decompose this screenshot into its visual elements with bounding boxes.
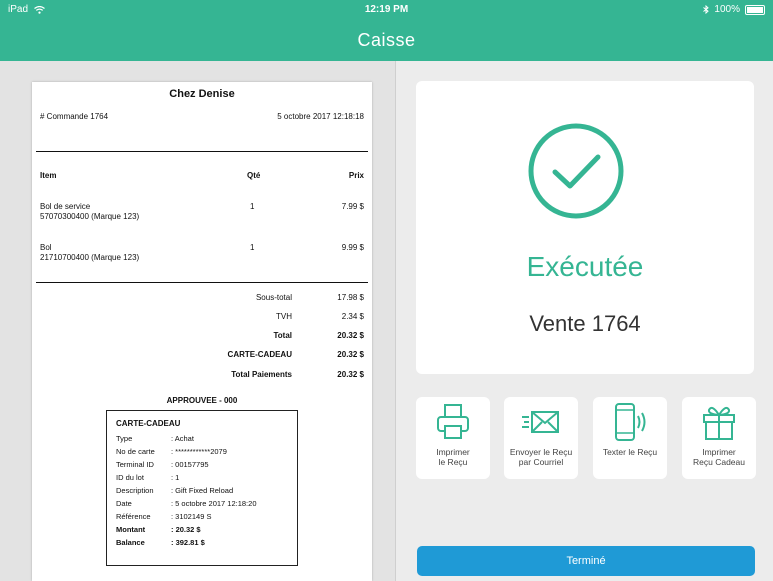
item-qty: 1 <box>250 202 255 211</box>
total-value: 20.32 $ <box>337 331 364 340</box>
gift-icon <box>703 406 735 440</box>
column-qty: Qté <box>247 171 261 180</box>
tax-value: 2.34 $ <box>341 312 364 321</box>
done-button[interactable]: Terminé <box>417 546 755 576</box>
receipt-pane[interactable]: Chez Denise # Commande 1764 5 octobre 20… <box>0 61 396 581</box>
item-sku: 57070300400 (Marque 123) <box>40 212 140 221</box>
receipt-date: 5 octobre 2017 12:18:18 <box>277 112 364 121</box>
action-label: Envoyer le Reçu par Courriel <box>509 447 573 467</box>
tax-label: TVH <box>276 312 292 321</box>
slip-row: Date : 5 octobre 2017 12:18:20 <box>116 499 257 508</box>
action-label: Texter le Reçu <box>602 447 658 457</box>
slip-row: Terminal ID : 00157795 <box>116 460 209 469</box>
slip-row: Type : Achat <box>116 434 194 443</box>
phone-icon <box>615 403 646 441</box>
slip-key: ID du lot <box>116 473 144 482</box>
store-name: Chez Denise <box>169 88 235 100</box>
battery-icon <box>745 4 765 15</box>
slip-row: Description : Gift Fixed Reload <box>116 486 233 495</box>
battery-percent: 100% <box>714 4 740 15</box>
slip-title: CARTE-CADEAU <box>116 419 181 428</box>
slip-row: Balance : 392.81 $ <box>116 538 205 547</box>
item-price: 9.99 $ <box>341 243 364 252</box>
payments-total-value: 20.32 $ <box>337 370 364 379</box>
gift-receipt-button[interactable]: Imprimer Reçu Cadeau <box>682 397 756 479</box>
result-card: Exécutée Vente 1764 <box>416 81 754 374</box>
slip-key: Balance <box>116 538 145 547</box>
slip-key: Terminal ID <box>116 460 154 469</box>
transaction-status: Exécutée <box>526 251 644 282</box>
envelope-icon <box>522 411 559 433</box>
divider <box>36 151 368 152</box>
slip-key: Montant <box>116 525 146 534</box>
slip-key: No de carte <box>116 447 155 456</box>
giftcard-value: 20.32 $ <box>337 350 364 359</box>
slip-row: ID du lot : 1 <box>116 473 179 482</box>
slip-value: : 1 <box>171 473 180 482</box>
action-label: Imprimer Reçu Cadeau <box>693 447 745 467</box>
slip-key: Description <box>116 486 154 495</box>
slip-value: : 5 octobre 2017 12:18:20 <box>171 499 257 508</box>
item-qty: 1 <box>250 243 255 252</box>
status-right: 100% <box>703 4 765 15</box>
print-receipt-button[interactable]: Imprimer le Reçu <box>416 397 490 479</box>
slip-key: Type <box>116 434 133 443</box>
sale-number: Vente 1764 <box>529 311 641 336</box>
item-name: Bol de service <box>40 202 91 211</box>
subtotal-value: 17.98 $ <box>337 293 364 302</box>
column-item: Item <box>40 171 57 180</box>
giftcard-label: CARTE-CADEAU <box>227 350 292 359</box>
slip-value: : Achat <box>171 434 194 443</box>
item-sku: 21710700400 (Marque 123) <box>40 253 140 262</box>
slip-key: Date <box>116 499 132 508</box>
gift-card-slip: CARTE-CADEAU Type : Achat No de carte : **… <box>106 410 298 566</box>
column-price: Prix <box>348 171 364 180</box>
email-receipt-button[interactable]: Envoyer le Reçu par Courriel <box>504 397 578 479</box>
result-pane: Exécutée Vente 1764 Imprimer le Reçu Env… <box>396 61 773 581</box>
bluetooth-icon <box>703 5 710 14</box>
nav-bar: Caisse <box>0 20 773 61</box>
total-label: Total <box>273 331 292 340</box>
slip-value: : 392.81 $ <box>171 538 205 547</box>
subtotal-label: Sous-total <box>255 293 292 302</box>
slip-row: Montant : 20.32 $ <box>116 525 201 534</box>
item-name: Bol <box>40 243 52 252</box>
divider <box>36 282 368 283</box>
slip-value: : Gift Fixed Reload <box>171 486 234 495</box>
slip-value: : 20.32 $ <box>171 525 201 534</box>
slip-row: Référence : 3102149 S <box>116 512 211 521</box>
page-title: Caisse <box>357 30 416 50</box>
action-label: Imprimer le Reçu <box>436 447 470 467</box>
slip-value: : ************2079 <box>171 447 227 456</box>
slip-row: No de carte : ************2079 <box>116 447 227 456</box>
receipt: Chez Denise # Commande 1764 5 octobre 20… <box>32 82 372 581</box>
check-circle-icon <box>528 123 624 219</box>
slip-key: Référence <box>116 512 151 521</box>
status-bar: iPad 12:19 PM 100% <box>0 0 773 20</box>
order-number: # Commande 1764 <box>40 112 109 121</box>
slip-value: : 3102149 S <box>171 512 212 521</box>
payments-total-label: Total Paiements <box>231 370 292 379</box>
text-receipt-button[interactable]: Texter le Reçu <box>593 397 667 479</box>
item-price: 7.99 $ <box>341 202 364 211</box>
printer-icon <box>437 404 469 439</box>
approval-status: APPROUVEE - 000 <box>166 396 238 405</box>
status-time: 12:19 PM <box>364 4 409 15</box>
slip-value: : 00157795 <box>171 460 209 469</box>
